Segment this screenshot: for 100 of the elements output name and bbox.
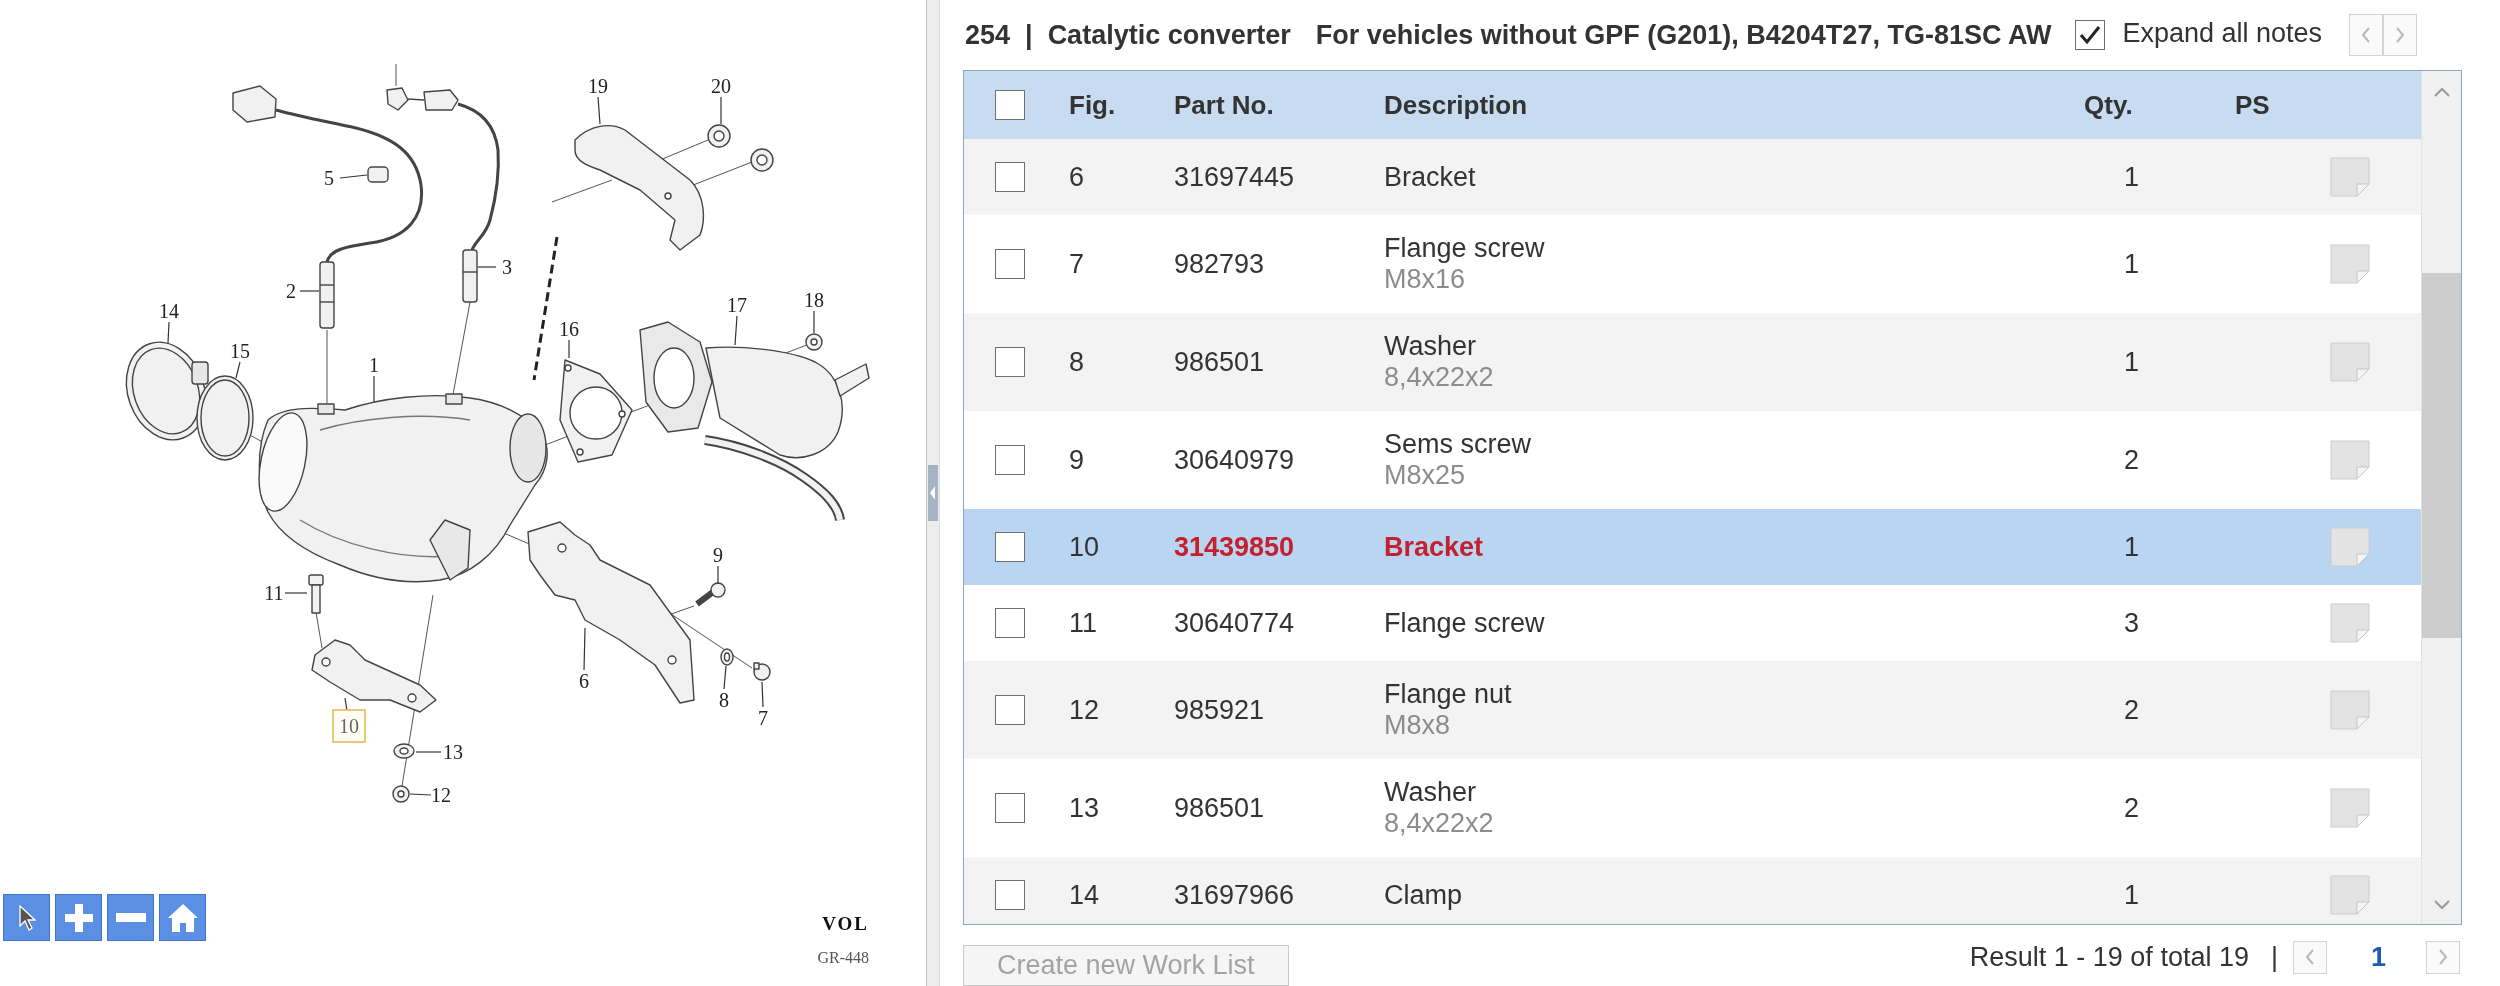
table-row[interactable]: 8 986501 Washer 8,4x22x2 1: [964, 313, 2421, 411]
callout-number[interactable]: 15: [230, 340, 250, 362]
part-description: Flange nut: [1384, 679, 1512, 710]
zoom-in-button[interactable]: [55, 894, 102, 941]
callout-number[interactable]: 3: [502, 256, 512, 278]
leader-line: [583, 627, 586, 671]
leader-line: [284, 592, 308, 594]
leader-line: [339, 174, 368, 179]
callout-number[interactable]: 7: [758, 707, 768, 729]
washer: [720, 648, 734, 666]
part-number: 31439850: [1174, 531, 1295, 563]
row-checkbox[interactable]: [995, 793, 1025, 823]
part-description: Washer: [1384, 777, 1477, 808]
collapse-handle[interactable]: [928, 465, 938, 521]
part-description: Bracket: [1384, 531, 1484, 563]
note-icon[interactable]: [2330, 603, 2370, 643]
zoom-out-button[interactable]: [107, 894, 154, 941]
home-button[interactable]: [159, 894, 206, 941]
callout-number[interactable]: 17: [727, 294, 747, 316]
panel-splitter[interactable]: [926, 0, 940, 986]
title-separator: |: [1025, 19, 1033, 51]
scrollbar-thumb[interactable]: [2422, 273, 2461, 638]
column-header: Qty.: [2084, 89, 2133, 121]
callout-number[interactable]: 1: [369, 354, 379, 376]
callout-number[interactable]: 16: [559, 318, 579, 340]
select-all-checkbox[interactable]: [995, 90, 1025, 120]
expand-notes-checkbox[interactable]: [2075, 20, 2106, 50]
figure-number: 11: [1069, 607, 1098, 639]
callout-number[interactable]: 2: [286, 280, 296, 302]
leader-line: [477, 266, 497, 268]
note-icon[interactable]: [2330, 157, 2370, 197]
part-spec: M8x16: [1384, 264, 1466, 295]
row-checkbox[interactable]: [995, 695, 1025, 725]
note-icon[interactable]: [2330, 527, 2370, 567]
leader-line: [717, 565, 719, 585]
row-checkbox[interactable]: [995, 249, 1025, 279]
row-checkbox[interactable]: [995, 162, 1025, 192]
part-description: Flange screw: [1384, 607, 1545, 639]
table-row[interactable]: 6 31697445 Bracket 1: [964, 139, 2421, 215]
note-icon[interactable]: [2330, 244, 2370, 284]
scrollbar-track[interactable]: [2421, 71, 2461, 924]
next-page-button[interactable]: [2426, 940, 2460, 974]
quantity: 1: [2124, 346, 2140, 378]
pager-separator: |: [2270, 941, 2278, 973]
chevron-right-icon: [2437, 948, 2449, 966]
leader-line: [720, 96, 722, 125]
drawing-code: GR-448: [817, 949, 869, 966]
callout-number[interactable]: 19: [588, 75, 608, 97]
figure-number: 6: [1069, 161, 1085, 193]
callout-number[interactable]: 8: [719, 689, 729, 711]
callout-number[interactable]: 12: [431, 784, 451, 806]
callout-number[interactable]: 10: [332, 709, 366, 743]
callout-number[interactable]: 20: [711, 75, 731, 97]
bolt: [753, 662, 771, 681]
figure-number: 7: [1069, 248, 1085, 280]
note-icon[interactable]: [2330, 690, 2370, 730]
next-button[interactable]: [2383, 14, 2418, 56]
cable-clip: [367, 166, 389, 183]
table-row[interactable]: 14 31697966 Clamp 1: [964, 857, 2421, 924]
row-checkbox[interactable]: [995, 347, 1025, 377]
previous-button[interactable]: [2349, 14, 2384, 56]
part-spec: M8x8: [1384, 710, 1451, 741]
check-icon: [2079, 25, 2102, 45]
figure-number: 10: [1069, 531, 1100, 563]
vehicle-variant: For vehicles without GPF (G201), B4204T27, TG-81SC AW: [1315, 19, 2052, 51]
part-description: Clamp: [1384, 879, 1463, 911]
note-icon[interactable]: [2330, 440, 2370, 480]
part-number: 985921: [1174, 694, 1265, 726]
note-icon[interactable]: [2330, 788, 2370, 828]
part-number: 986501: [1174, 792, 1265, 824]
table-row[interactable]: 10 31439850 Bracket 1: [964, 509, 2421, 585]
note-icon[interactable]: [2330, 342, 2370, 382]
callout-number[interactable]: 5: [324, 167, 334, 189]
figure-number: 8: [1069, 346, 1085, 378]
row-checkbox[interactable]: [995, 532, 1025, 562]
quantity: 1: [2124, 531, 2140, 563]
row-checkbox[interactable]: [995, 608, 1025, 638]
chevron-left-icon: [2303, 948, 2316, 966]
group-title: Catalytic converter: [1047, 19, 1291, 51]
leader-line: [395, 63, 397, 87]
column-header: Part No.: [1174, 89, 1274, 121]
previous-page-button[interactable]: [2292, 940, 2327, 974]
callout-number[interactable]: 9: [713, 544, 723, 566]
part-number: 986501: [1174, 346, 1265, 378]
part-description: Sems screw: [1384, 429, 1532, 460]
column-header: Fig.: [1069, 89, 1116, 121]
assembly-guide-line: [551, 179, 613, 203]
row-checkbox[interactable]: [995, 880, 1025, 910]
table-row[interactable]: 12 985921 Flange nut M8x8 2: [964, 661, 2421, 759]
leader-line: [723, 665, 727, 690]
pointer-tool-button[interactable]: [3, 894, 50, 941]
row-checkbox[interactable]: [995, 445, 1025, 475]
home-icon: [166, 902, 199, 933]
callout-number[interactable]: 11: [264, 582, 284, 604]
callout-number[interactable]: 18: [804, 289, 824, 311]
callout-number[interactable]: 13: [443, 741, 463, 763]
page-number[interactable]: 1: [2370, 941, 2386, 973]
note-icon[interactable]: [2330, 875, 2370, 915]
callout-number[interactable]: 14: [159, 300, 179, 322]
callout-number[interactable]: 6: [579, 670, 589, 692]
